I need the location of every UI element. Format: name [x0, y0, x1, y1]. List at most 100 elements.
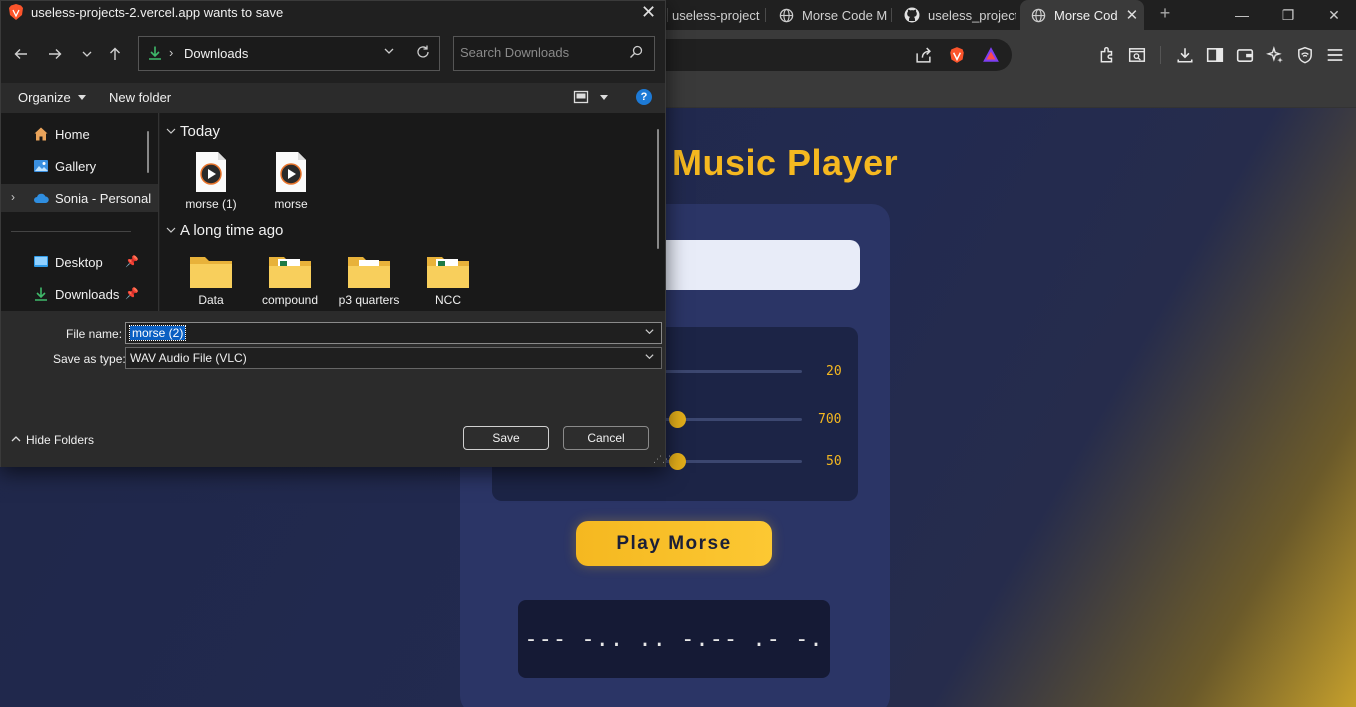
chevron-down-icon	[166, 126, 180, 139]
hide-folders-toggle[interactable]: Hide Folders	[11, 433, 94, 447]
file-name-value[interactable]: morse (2)	[128, 325, 187, 341]
address-field[interactable]: › Downloads	[138, 36, 440, 71]
file-list: Today morse (1) morse A long time ago Da…	[160, 113, 665, 311]
tab-label: Morse Code M	[802, 7, 888, 23]
nav-item-desktop[interactable]: Desktop 📌	[1, 248, 158, 276]
folder-icon	[190, 257, 232, 288]
folder-item[interactable]: compound	[250, 253, 330, 307]
slider-thumb[interactable]	[669, 411, 686, 428]
download-icon[interactable]	[1174, 44, 1196, 66]
morse-output: --- -.. .. -.-- .- -.	[518, 600, 830, 678]
group-header-today[interactable]: Today	[166, 123, 220, 140]
group-label: Today	[180, 123, 221, 140]
forward-arrow-icon[interactable]	[44, 43, 66, 65]
brave-rewards-icon[interactable]	[980, 44, 1002, 66]
view-options-icon[interactable]	[573, 89, 609, 108]
tab-useless-project-github[interactable]: useless_project	[894, 0, 1016, 30]
close-dialog-icon[interactable]: ✕	[641, 2, 656, 23]
file-item[interactable]: morse (1)	[171, 151, 251, 211]
play-morse-button[interactable]: Play Morse	[576, 521, 772, 566]
cancel-button[interactable]: Cancel	[563, 426, 649, 450]
folder-name: NCC	[435, 293, 461, 307]
sidebar-icon[interactable]	[1204, 44, 1226, 66]
recent-locations-chevron-icon[interactable]	[76, 43, 98, 65]
dialog-nav-row: › Downloads	[1, 25, 665, 83]
folder-item[interactable]: NCC	[408, 253, 488, 307]
menu-icon[interactable]	[1324, 44, 1346, 66]
restore-icon[interactable]: ❐	[1277, 4, 1299, 26]
folder-item[interactable]: p3 quarters	[329, 253, 409, 307]
up-arrow-icon[interactable]	[104, 43, 126, 65]
leo-ai-icon[interactable]	[1264, 44, 1286, 66]
group-header-long-ago[interactable]: A long time ago	[166, 222, 283, 239]
globe-icon	[778, 7, 794, 23]
vpn-icon[interactable]	[1294, 44, 1316, 66]
chevron-down-icon[interactable]	[383, 45, 395, 60]
share-icon[interactable]	[912, 44, 934, 66]
folder-name: p3 quarters	[338, 293, 400, 307]
excel-folder-icon	[427, 257, 469, 288]
globe-icon	[1030, 7, 1046, 23]
nav-item-downloads[interactable]: Downloads 📌	[1, 280, 158, 308]
brave-shields-icon[interactable]	[946, 44, 968, 66]
wallet-icon[interactable]	[1234, 44, 1256, 66]
tab-morse-code-m[interactable]: Morse Code M	[768, 0, 890, 30]
save-button[interactable]: Save	[463, 426, 549, 450]
slider-thumb[interactable]	[669, 453, 686, 470]
leo-search-icon[interactable]	[1126, 44, 1148, 66]
refresh-icon[interactable]	[415, 44, 431, 64]
tab-label: useless_project	[928, 7, 1016, 23]
message-input[interactable]	[640, 240, 860, 290]
github-icon	[904, 7, 920, 23]
minimize-icon[interactable]: —	[1231, 4, 1253, 26]
pin-icon[interactable]: 📌	[125, 287, 139, 300]
search-box	[453, 36, 655, 71]
nav-item-home[interactable]: Home	[1, 120, 158, 148]
new-folder-button[interactable]: New folder	[109, 90, 171, 105]
help-icon[interactable]: ?	[636, 89, 652, 105]
file-name-field[interactable]: morse (2)	[125, 322, 662, 344]
chevron-down-icon	[78, 95, 87, 100]
folder-name: compound	[261, 293, 319, 307]
toolbar-divider	[1160, 46, 1161, 64]
organize-button[interactable]: Organize	[18, 90, 87, 105]
tab-morse-code-active[interactable]: Morse Cod ✕	[1020, 0, 1144, 30]
download-icon	[147, 45, 163, 66]
file-name: morse	[274, 197, 308, 211]
search-input[interactable]	[460, 45, 620, 60]
organize-label: Organize	[18, 90, 71, 105]
close-tab-icon[interactable]: ✕	[1126, 6, 1139, 24]
pin-icon[interactable]: 📌	[125, 255, 139, 268]
nav-divider	[11, 231, 131, 232]
back-arrow-icon[interactable]	[10, 43, 32, 65]
audio-file-icon	[196, 152, 226, 192]
file-item[interactable]: morse	[251, 151, 331, 211]
page-title: Music Player	[672, 142, 899, 183]
nav-label: Gallery	[55, 159, 97, 174]
slider-value-2: 700	[818, 412, 842, 427]
slider-track[interactable]	[662, 370, 802, 373]
current-location[interactable]: Downloads	[184, 46, 248, 61]
excel-folder-icon	[269, 257, 311, 288]
search-icon[interactable]	[628, 44, 644, 65]
new-tab-button[interactable]: +	[1155, 3, 1175, 27]
file-list-scrollbar[interactable]	[657, 129, 659, 249]
folder-item[interactable]: Data	[171, 253, 251, 307]
nav-item-onedrive[interactable]: › Sonia - Personal	[1, 184, 158, 212]
file-name: morse (1)	[185, 197, 237, 211]
extensions-icon[interactable]	[1096, 44, 1118, 66]
nav-item-gallery[interactable]: Gallery	[1, 152, 158, 180]
resize-grip-icon[interactable]: ⋰⋰	[653, 455, 671, 464]
tab-useless-project[interactable]: useless-project	[662, 0, 766, 30]
group-label: A long time ago	[180, 222, 284, 239]
expand-chevron-icon[interactable]: ›	[11, 190, 15, 204]
nav-label: Home	[55, 127, 90, 142]
close-window-icon[interactable]: ✕	[1323, 4, 1345, 26]
chevron-down-icon[interactable]	[644, 351, 655, 365]
nav-scrollbar[interactable]	[147, 131, 149, 173]
save-type-select[interactable]: WAV Audio File (VLC)	[125, 347, 662, 369]
onedrive-cloud-icon	[33, 190, 49, 206]
save-type-label: Save as type:	[53, 352, 126, 366]
file-name-label: File name:	[66, 327, 123, 341]
chevron-down-icon[interactable]	[644, 326, 655, 340]
